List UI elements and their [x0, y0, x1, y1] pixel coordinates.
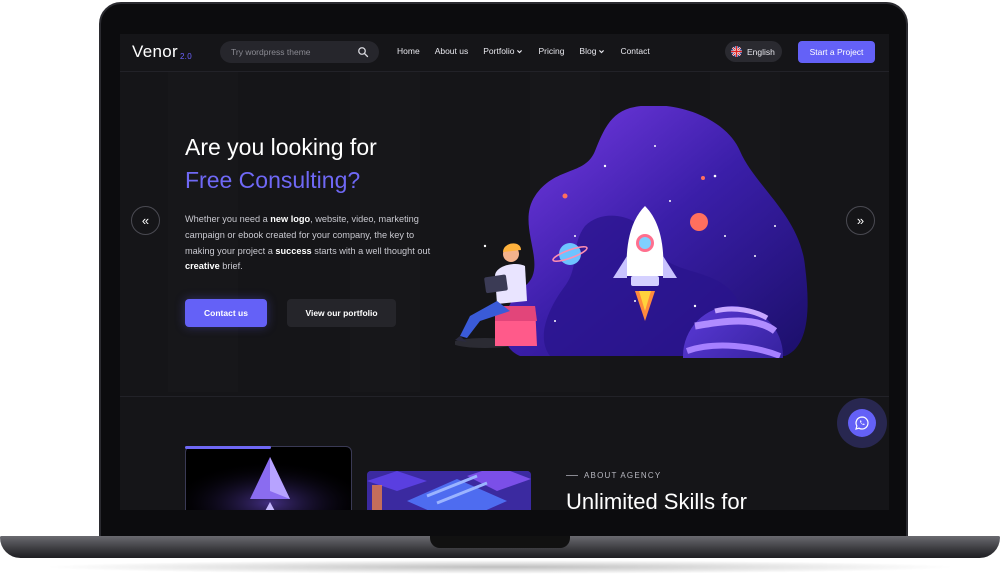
- section-divider: [120, 396, 889, 397]
- laptop-shadow: [40, 560, 960, 574]
- search-icon[interactable]: [357, 46, 369, 58]
- small-planet: [701, 176, 705, 180]
- hero-title: Are you looking for: [185, 134, 377, 160]
- desc-text: Whether you need a: [185, 214, 271, 224]
- menu-label: About us: [434, 46, 469, 56]
- menu-item-portfolio[interactable]: Portfolio: [483, 46, 523, 56]
- hero-description: Whether you need a new logo, website, vi…: [185, 212, 435, 275]
- start-project-button[interactable]: Start a Project: [798, 41, 875, 63]
- uk-flag-icon: [731, 46, 742, 57]
- purple-pyramid-graphic: [186, 447, 351, 510]
- desc-bold: creative: [185, 261, 220, 272]
- logo-version: 2.0: [179, 52, 192, 61]
- person-with-laptop: [455, 243, 537, 348]
- desc-bold: success: [275, 245, 312, 256]
- desc-text: brief.: [219, 261, 243, 272]
- about-title: Unlimited Skills for: [566, 489, 747, 510]
- search-input[interactable]: [220, 41, 340, 63]
- chevron-down-icon: [517, 49, 523, 53]
- kicker-text: ABOUT AGENCY: [584, 471, 662, 480]
- logo-name: Venor: [132, 42, 178, 61]
- whatsapp-chat-button[interactable]: [837, 398, 887, 448]
- about-image-card-1: [185, 446, 352, 510]
- slider-next-button[interactable]: »: [846, 206, 875, 235]
- main-menu: Home About us Portfolio Pricing Blog Con…: [397, 46, 650, 56]
- site-logo[interactable]: Venor 2.0: [132, 42, 192, 62]
- small-planet: [562, 193, 568, 199]
- contact-us-button[interactable]: Contact us: [185, 299, 267, 327]
- desc-text: starts with a well thought out: [311, 245, 431, 256]
- about-image-card-2: [367, 471, 531, 510]
- orange-planet: [690, 213, 708, 231]
- space-rocket-illustration: [455, 106, 808, 358]
- search-box: [220, 41, 379, 63]
- desc-bold: new logo: [270, 214, 311, 224]
- about-kicker: ABOUT AGENCY: [566, 471, 661, 480]
- whatsapp-icon: [855, 416, 869, 430]
- slider-prev-button[interactable]: «: [131, 206, 160, 235]
- menu-label: Home: [397, 46, 420, 56]
- chevron-down-icon: [599, 49, 605, 53]
- card-accent-bar: [185, 446, 271, 449]
- hero-title-highlight: Free Consulting?: [185, 167, 361, 193]
- menu-item-home[interactable]: Home: [397, 46, 420, 56]
- whatsapp-button-inner: [848, 409, 876, 437]
- laptop-notch: [430, 536, 570, 548]
- double-chevron-right-icon: »: [856, 213, 865, 228]
- top-navbar: Venor2.0 Home About us Portfolio Pricing…: [120, 34, 889, 72]
- menu-item-contact[interactable]: Contact: [620, 46, 649, 56]
- kicker-line: [566, 475, 578, 476]
- menu-label: Pricing: [538, 46, 565, 56]
- menu-label: Blog: [579, 46, 597, 56]
- isometric-city-graphic: [367, 471, 531, 510]
- menu-item-pricing[interactable]: Pricing: [538, 46, 564, 56]
- language-selector[interactable]: English: [725, 41, 782, 62]
- menu-item-about[interactable]: About us: [435, 46, 469, 56]
- menu-item-blog[interactable]: Blog: [579, 46, 605, 56]
- double-chevron-left-icon: «: [141, 213, 150, 228]
- view-portfolio-button[interactable]: View our portfolio: [287, 299, 396, 327]
- menu-label: Portfolio: [483, 46, 515, 56]
- menu-label: Contact: [620, 46, 650, 56]
- website-screen: Venor2.0 Home About us Portfolio Pricing…: [120, 34, 889, 510]
- language-label: English: [747, 46, 775, 57]
- laptop-mockup: Venor2.0 Home About us Portfolio Pricing…: [0, 0, 1000, 582]
